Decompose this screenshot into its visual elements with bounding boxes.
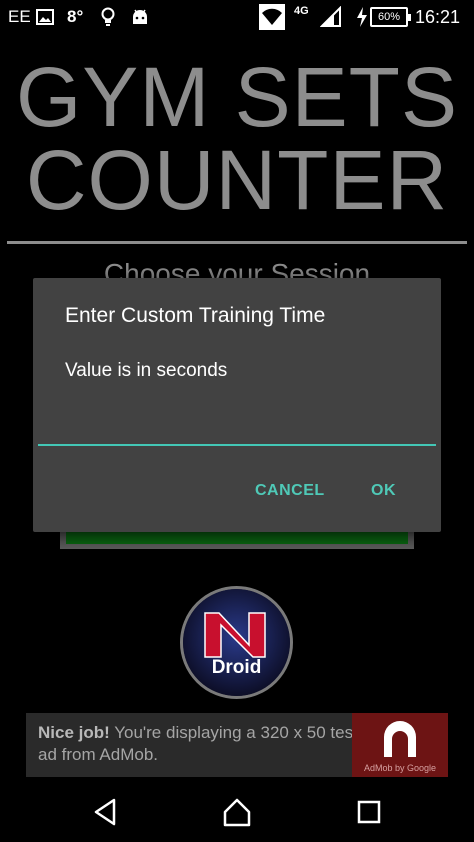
network-type-label: 4G (294, 5, 309, 17)
admob-panel: AdMob by Google (352, 713, 448, 777)
temperature-label: 8° (67, 7, 84, 26)
dialog-title: Enter Custom Training Time (65, 304, 326, 327)
clock: 16:21 (415, 6, 461, 27)
bulb-icon (100, 0, 116, 34)
back-icon[interactable] (90, 796, 122, 828)
android-icon (131, 0, 149, 34)
ad-banner[interactable]: Nice job! You're displaying a 320 x 50 t… (26, 713, 448, 777)
battery-level: 60% (370, 7, 411, 27)
logo-text: Droid (211, 657, 262, 678)
app-title-line2: COUNTER (25, 133, 449, 227)
ad-attribution: AdMob by Google (363, 763, 437, 773)
signal-icon (320, 0, 342, 34)
title-divider (7, 241, 467, 244)
dialog-message: Value is in seconds (65, 360, 228, 381)
navigation-bar (0, 780, 474, 842)
status-bar: EE 8° 4G 60% 16:21 (0, 0, 474, 34)
session-button-fill (66, 530, 408, 544)
ad-bold-text: Nice job! (38, 723, 110, 742)
wifi-icon (259, 0, 285, 34)
custom-time-dialog: Enter Custom Training Time Value is in s… (33, 278, 441, 532)
ndroid-logo[interactable]: Droid (180, 586, 293, 699)
seconds-input[interactable] (38, 396, 436, 446)
ad-text: Nice job! You're displaying a 320 x 50 t… (38, 722, 358, 766)
logo-n-icon (183, 589, 290, 696)
home-icon[interactable] (221, 796, 253, 828)
recents-icon[interactable] (353, 796, 385, 828)
cancel-button[interactable]: CANCEL (255, 482, 325, 500)
charging-icon (356, 0, 368, 34)
battery-icon: 60% (370, 0, 411, 34)
app-title-line1: GYM SETS (15, 50, 459, 144)
ok-button[interactable]: OK (371, 482, 396, 500)
carrier-label: EE (8, 7, 31, 26)
gallery-icon (36, 0, 54, 34)
